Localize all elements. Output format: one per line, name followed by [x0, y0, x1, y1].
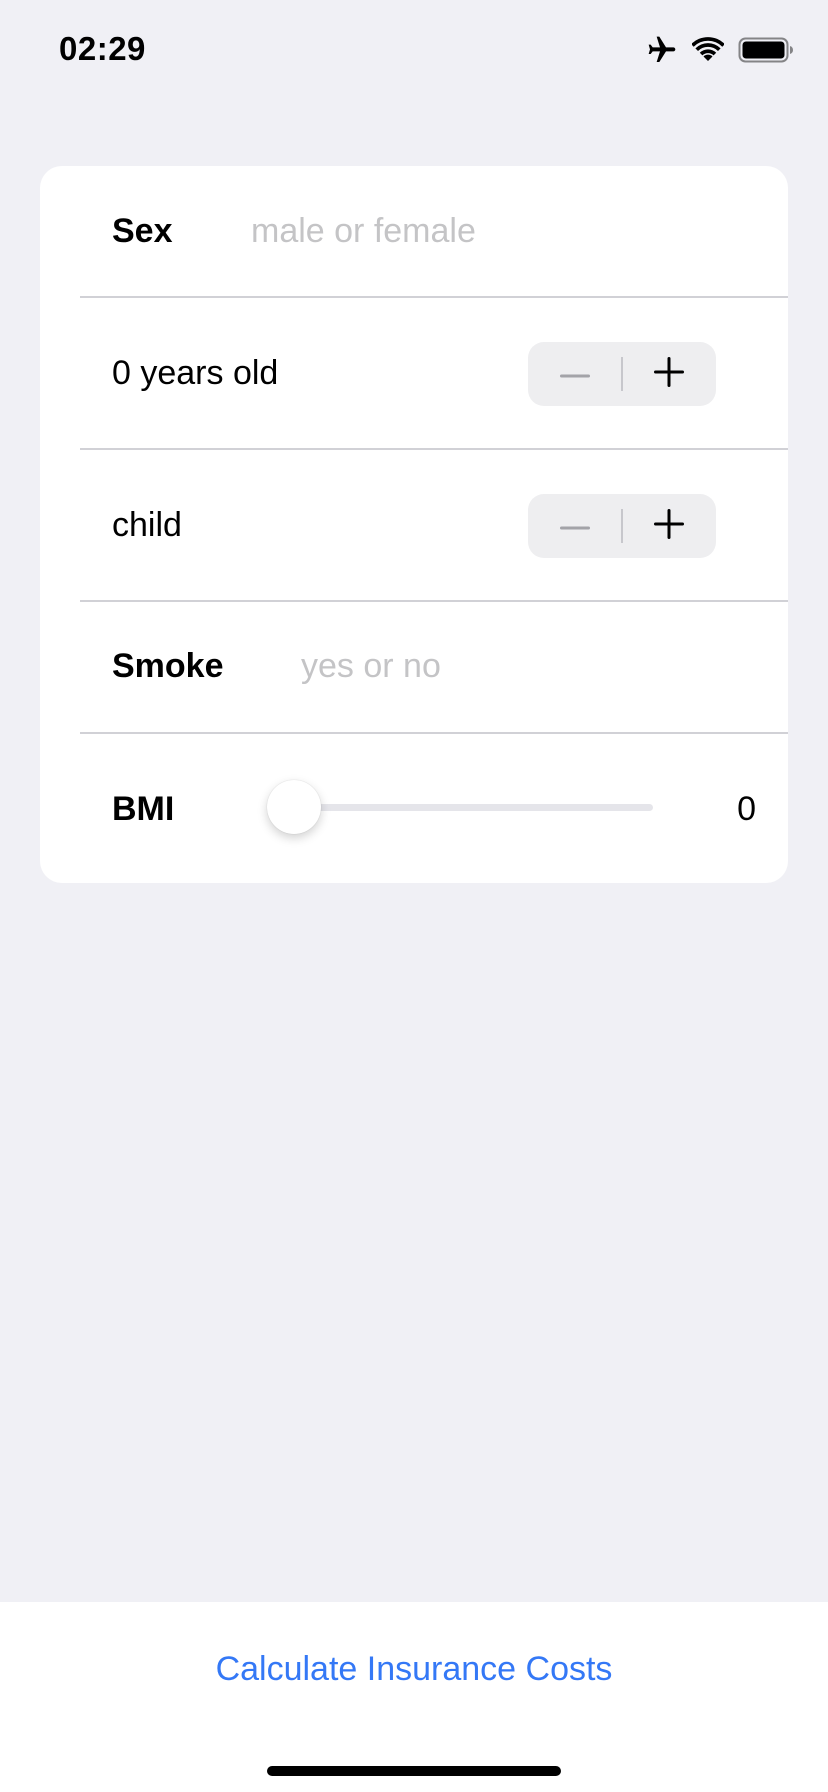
status-time: 02:29	[59, 30, 146, 67]
wifi-icon	[691, 37, 725, 68]
battery-icon	[738, 37, 794, 68]
minus-icon	[559, 365, 590, 383]
sex-input[interactable]	[251, 210, 751, 252]
age-stepper	[528, 342, 716, 406]
sex-row: Sex	[40, 166, 788, 298]
smoke-row: Smoke	[40, 601, 788, 734]
screen: 02:29 Sex male or female 0 years old chi…	[0, 0, 828, 1792]
calculate-insurance-button[interactable]: Calculate Insurance Costs	[0, 1650, 828, 1689]
children-label: child	[112, 506, 182, 544]
bmi-row: BMI 0	[40, 733, 788, 883]
children-row: child	[40, 449, 788, 602]
plus-icon	[654, 356, 685, 392]
bmi-slider[interactable]	[267, 777, 653, 837]
smoke-label: Smoke	[112, 647, 224, 685]
children-stepper	[528, 494, 716, 558]
plus-icon	[654, 508, 685, 544]
status-icons	[646, 34, 794, 71]
slider-track	[294, 804, 653, 811]
form-card: Sex 0 years old	[40, 166, 788, 883]
status-bar: 02:29	[0, 0, 828, 100]
smoke-input[interactable]	[301, 645, 751, 687]
home-indicator	[267, 1766, 561, 1776]
minus-icon	[559, 517, 590, 535]
age-decrement-button[interactable]	[528, 342, 621, 406]
slider-thumb[interactable]	[267, 780, 321, 834]
bmi-value: 0	[737, 790, 756, 828]
airplane-icon	[646, 34, 678, 71]
sex-label: Sex	[112, 212, 173, 250]
age-increment-button[interactable]	[623, 342, 716, 406]
children-decrement-button[interactable]	[528, 494, 621, 558]
bmi-label: BMI	[112, 790, 175, 828]
children-increment-button[interactable]	[623, 494, 716, 558]
age-label: 0 years old	[112, 354, 279, 392]
bottom-bar: Calculate Insurance Costs	[0, 1602, 828, 1792]
age-row: 0 years old	[40, 297, 788, 450]
